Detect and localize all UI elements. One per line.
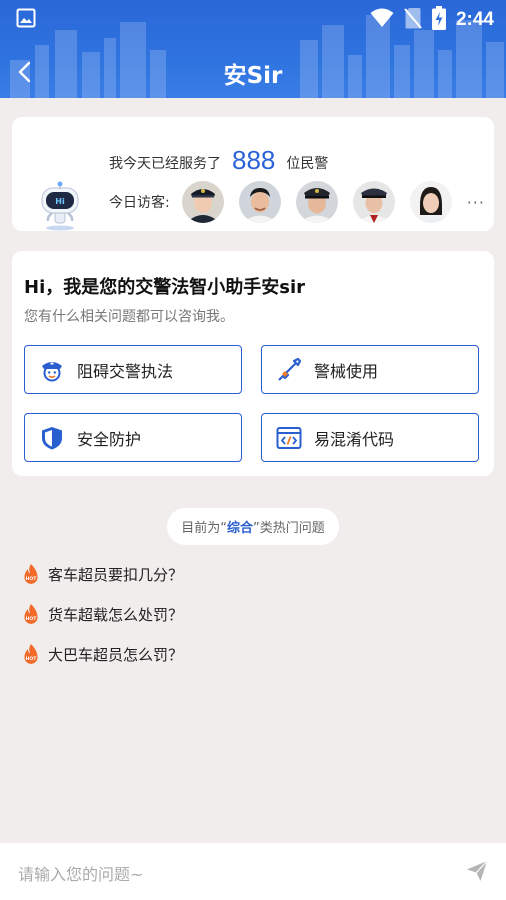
police-icon	[39, 357, 65, 383]
visitor-avatar[interactable]	[181, 181, 224, 223]
status-bar: 2:44	[0, 0, 506, 36]
page-title: 安Sir	[223, 63, 283, 89]
app-header: 2:44 安Sir	[0, 0, 506, 98]
served-count-line: 我今天已经服务了 888 位民警	[109, 144, 328, 175]
hot-question-item[interactable]: HOT 大巴车超员怎么罚？	[22, 643, 183, 665]
send-icon[interactable]	[466, 860, 488, 882]
visitor-avatar[interactable]	[409, 181, 452, 223]
svg-text:HOT: HOT	[26, 656, 38, 662]
category-button-safety-protection[interactable]: 安全防护	[24, 413, 242, 462]
pill-prefix: 目前为“	[181, 521, 227, 536]
intro-subtitle: 您有什么相关问题都可以咨询我。	[24, 309, 234, 325]
served-suffix: 位民警	[286, 156, 329, 172]
hot-question-item[interactable]: HOT 货车超载怎么处罚？	[22, 603, 183, 625]
rifle-icon	[276, 357, 302, 383]
hot-question-text: 货车超载怎么处罚？	[48, 605, 184, 624]
question-input[interactable]: 请输入您的问题~	[18, 861, 143, 885]
pill-suffix: ”类热门问题	[253, 521, 325, 536]
category-label: 易混淆代码	[314, 429, 395, 449]
clock: 2:44	[455, 9, 494, 30]
hot-fire-icon: HOT	[24, 644, 38, 664]
category-label: 阻碍交警执法	[77, 361, 174, 381]
hot-question-item[interactable]: HOT 客车超员要扣几分？	[22, 563, 183, 585]
visitor-avatar[interactable]	[352, 181, 395, 223]
svg-text:HOT: HOT	[26, 576, 38, 582]
visitor-avatar[interactable]	[295, 181, 338, 223]
code-icon	[276, 425, 302, 451]
battery-charging-icon	[431, 6, 446, 34]
wifi-icon	[370, 8, 394, 32]
service-stats-card: Hi 我今天已经服务了 888 位民警 今日访客: ···	[12, 117, 494, 231]
hot-topics-category-pill: 目前为“ 综合 ”类热门问题	[167, 508, 339, 545]
no-sim-icon	[404, 7, 422, 33]
intro-title: Hi，我是您的交警法智小助手安sir	[24, 277, 305, 298]
served-prefix: 我今天已经服务了	[109, 156, 221, 172]
shield-icon	[39, 425, 65, 451]
hot-question-text: 大巴车超员怎么罚？	[48, 645, 184, 664]
category-label: 安全防护	[77, 429, 142, 449]
more-visitors-indicator[interactable]: ···	[467, 193, 485, 212]
svg-text:HOT: HOT	[26, 616, 38, 622]
visitor-avatar[interactable]	[238, 181, 281, 223]
category-label: 警械使用	[314, 361, 379, 381]
pill-category[interactable]: 综合	[227, 517, 253, 536]
robot-mascot-icon: Hi	[34, 179, 86, 231]
hot-fire-icon: HOT	[24, 564, 38, 584]
svg-text:Hi: Hi	[55, 197, 65, 206]
hot-fire-icon: HOT	[24, 604, 38, 624]
visitors-label: 今日访客:	[109, 195, 170, 211]
nav-bar: 安Sir	[0, 48, 506, 96]
question-input-bar: 请输入您的问题~	[0, 843, 506, 900]
visitors-row: 今日访客: ···	[109, 181, 485, 223]
served-count: 888	[232, 145, 276, 175]
hot-question-text: 客车超员要扣几分？	[48, 565, 184, 584]
category-button-equipment-use[interactable]: 警械使用	[261, 345, 479, 394]
assistant-intro-card: Hi，我是您的交警法智小助手安sir 您有什么相关问题都可以咨询我。 阻碍交警执…	[12, 251, 494, 476]
category-button-confusing-codes[interactable]: 易混淆代码	[261, 413, 479, 462]
gallery-notification-icon	[16, 8, 36, 32]
category-button-obstruct-enforcement[interactable]: 阻碍交警执法	[24, 345, 242, 394]
